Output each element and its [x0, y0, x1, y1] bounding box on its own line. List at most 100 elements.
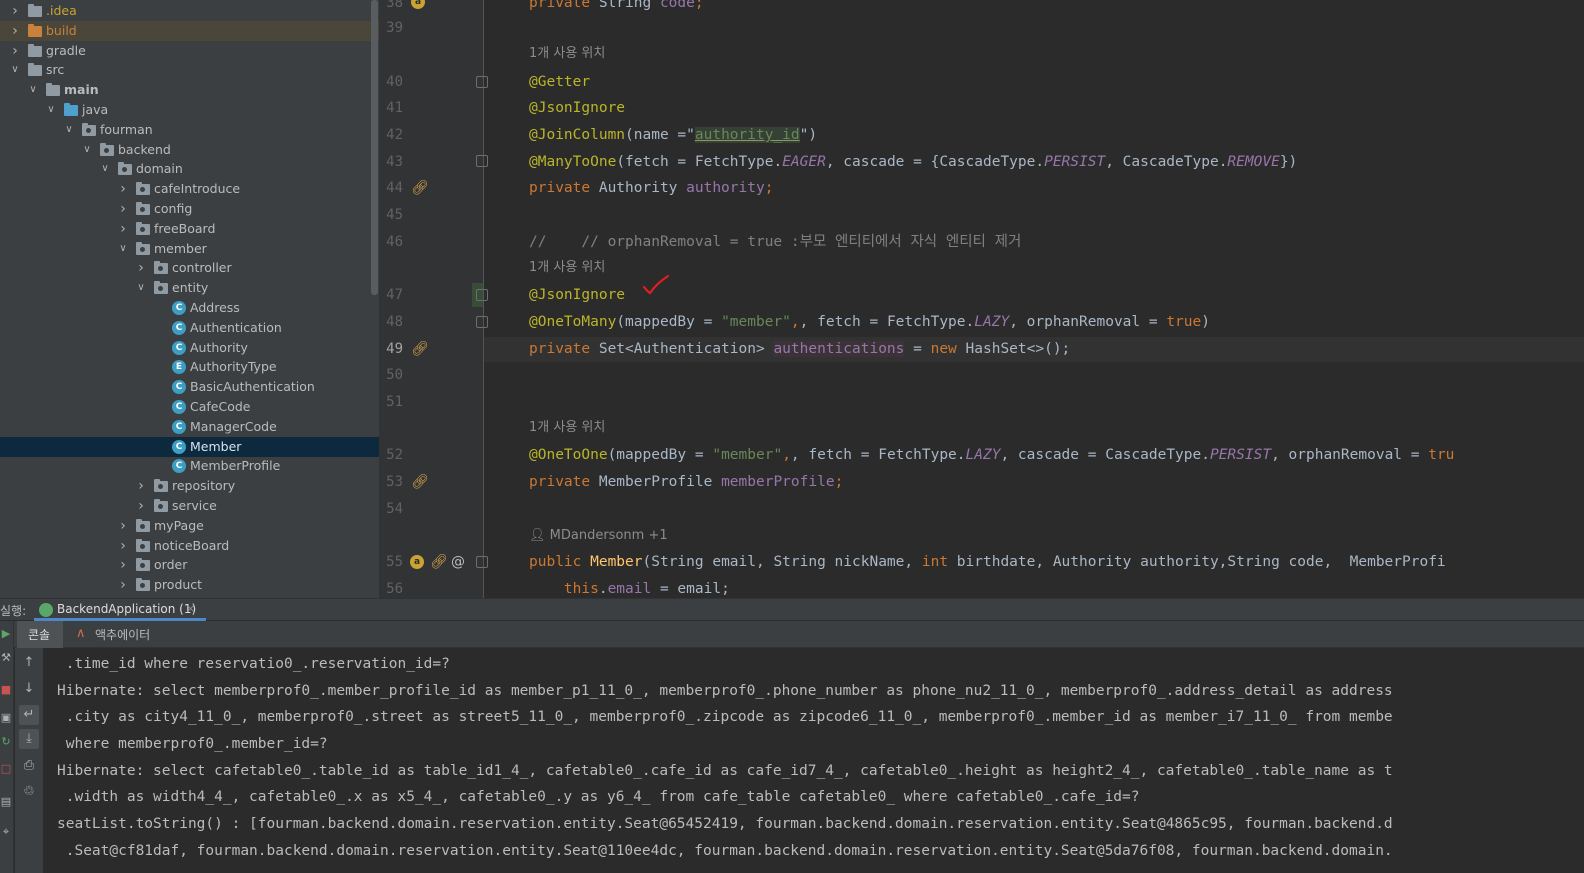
package-icon — [136, 222, 150, 235]
soft-wrap-icon[interactable]: ↵ — [19, 705, 39, 725]
line-number: 50 — [386, 367, 403, 383]
author-hint[interactable]: 👤︎ MDandersonm +1 — [529, 527, 668, 545]
bean-icon[interactable]: a — [410, 555, 424, 569]
package-icon — [136, 202, 150, 215]
scroll-up-icon[interactable]: ↑ — [19, 653, 39, 673]
fold-icon[interactable] — [476, 556, 488, 568]
navigate-link-icon[interactable]: 🔗︎ — [411, 475, 429, 489]
package-icon — [100, 143, 114, 156]
tree-item-authority[interactable]: C Authority — [0, 338, 379, 358]
navigate-link-icon[interactable]: 🔗︎ — [411, 342, 429, 356]
chevron-right-icon[interactable]: › — [8, 23, 22, 39]
camera-icon[interactable]: ▣ — [0, 711, 12, 725]
tree-item-basicauthentication[interactable]: C BasicAuthentication — [0, 377, 379, 397]
tree-item-mypage[interactable]: › myPage — [0, 516, 379, 536]
tab-actuator[interactable]: 액추에이터 — [95, 626, 150, 643]
tree-item-freeboard[interactable]: › freeBoard — [0, 219, 379, 239]
tree-item-product[interactable]: › product — [0, 575, 379, 595]
chevron-down-icon[interactable]: ∨ — [98, 161, 112, 177]
fold-icon[interactable] — [476, 289, 488, 301]
exit-icon[interactable]: □ — [0, 762, 12, 776]
tree-item-repository[interactable]: › repository — [0, 476, 379, 496]
chevron-right-icon[interactable]: › — [116, 181, 130, 197]
console-line: .Seat@cf81daf, fourman.backend.domain.re… — [57, 843, 1393, 859]
restore-layout-icon[interactable]: ↻ — [0, 735, 12, 749]
tree-item-controller[interactable]: › controller — [0, 258, 379, 278]
chevron-down-icon[interactable]: ∨ — [80, 142, 94, 158]
package-icon — [154, 479, 168, 492]
tree-item-label: build — [46, 23, 77, 38]
tree-item-backend[interactable]: ∨ backend — [0, 140, 379, 160]
stop-icon[interactable]: ■ — [0, 683, 12, 697]
chevron-right-icon[interactable]: › — [116, 557, 130, 573]
chevron-right-icon[interactable]: › — [134, 478, 148, 494]
chevron-right-icon[interactable]: › — [134, 260, 148, 276]
tree-item-noticeboard[interactable]: › noticeBoard — [0, 536, 379, 556]
tree-item-label: main — [64, 82, 99, 97]
run-label: 실행: — [0, 604, 27, 618]
usage-hint[interactable]: 1개 사용 위치 — [529, 259, 605, 277]
chevron-right-icon[interactable]: › — [8, 3, 22, 19]
layout-icon[interactable]: ▤ — [0, 795, 12, 809]
tree-item-entity[interactable]: ∨ entity — [0, 278, 379, 298]
print-icon[interactable]: ⎙ — [19, 756, 39, 776]
tree-item-label: cafeIntroduce — [154, 181, 241, 196]
trash-icon[interactable]: ♲ — [19, 782, 39, 802]
tree-item-gradle[interactable]: › gradle — [0, 41, 379, 61]
tree-item-member[interactable]: ∨ member — [0, 239, 379, 259]
tree-item-authentication[interactable]: C Authentication — [0, 318, 379, 338]
line-number: 45 — [386, 207, 403, 223]
package-icon — [136, 182, 150, 195]
chevron-right-icon[interactable]: › — [116, 577, 130, 593]
actuator-icon[interactable]: ∧ — [76, 627, 90, 641]
fold-icon[interactable] — [476, 76, 488, 88]
tree-item--idea[interactable]: › .idea — [0, 1, 379, 21]
tree-item-config[interactable]: › config — [0, 199, 379, 219]
pin-icon[interactable]: ⌖ — [0, 825, 12, 839]
tree-item-cafeintroduce[interactable]: › cafeIntroduce — [0, 179, 379, 199]
fold-icon[interactable] — [476, 155, 488, 167]
navigate-link-icon[interactable]: 🔗︎ — [430, 555, 448, 569]
chevron-down-icon[interactable]: ∨ — [116, 241, 130, 257]
chevron-right-icon[interactable]: › — [8, 43, 22, 59]
close-icon[interactable]: × — [186, 602, 195, 615]
chevron-down-icon[interactable]: ∨ — [62, 122, 76, 138]
usage-hint[interactable]: 1개 사용 위치 — [529, 419, 605, 437]
rerun-icon[interactable]: ▶ — [0, 627, 12, 641]
tab-console[interactable]: 콘솔 — [17, 621, 63, 648]
chevron-down-icon[interactable]: ∨ — [8, 62, 22, 78]
tree-item-memberprofile[interactable]: C MemberProfile — [0, 456, 379, 476]
tree-item-src[interactable]: ∨ src — [0, 60, 379, 80]
project-tree[interactable]: › .idea › build › gradle ∨ src ∨ main ∨ java ∨ fourma… — [0, 0, 379, 600]
tree-item-cafecode[interactable]: C CafeCode — [0, 397, 379, 417]
tree-item-authoritytype[interactable]: E AuthorityType — [0, 357, 379, 377]
tree-scrollbar[interactable] — [371, 0, 378, 295]
tree-item-fourman[interactable]: ∨ fourman — [0, 120, 379, 140]
tree-item-address[interactable]: C Address — [0, 298, 379, 318]
tree-item-service[interactable]: › service — [0, 496, 379, 516]
annotation-at-icon[interactable]: @ — [451, 555, 465, 569]
tree-item-domain[interactable]: ∨ domain — [0, 159, 379, 179]
code-editor[interactable] — [484, 0, 1584, 598]
usage-hint[interactable]: 1개 사용 위치 — [529, 45, 605, 63]
chevron-right-icon[interactable]: › — [116, 518, 130, 534]
chevron-right-icon[interactable]: › — [134, 498, 148, 514]
fold-icon[interactable] — [476, 316, 488, 328]
scroll-down-icon[interactable]: ↓ — [19, 679, 39, 699]
wrench-icon[interactable]: ⚒ — [0, 651, 12, 665]
tree-item-order[interactable]: › order — [0, 555, 379, 575]
chevron-down-icon[interactable]: ∨ — [44, 102, 58, 118]
tree-item-build[interactable]: › build — [0, 21, 379, 41]
chevron-down-icon[interactable]: ∨ — [134, 280, 148, 296]
navigate-link-icon[interactable]: 🔗︎ — [411, 181, 429, 195]
scroll-to-end-icon[interactable]: ⤓ — [19, 729, 39, 749]
code-line-44: private Authority authority; — [529, 180, 774, 196]
chevron-right-icon[interactable]: › — [116, 538, 130, 554]
tree-item-java[interactable]: ∨ java — [0, 100, 379, 120]
chevron-right-icon[interactable]: › — [116, 201, 130, 217]
tree-item-main[interactable]: ∨ main — [0, 80, 379, 100]
tree-item-managercode[interactable]: C ManagerCode — [0, 417, 379, 437]
chevron-down-icon[interactable]: ∨ — [26, 82, 40, 98]
tree-item-member[interactable]: C Member — [0, 437, 379, 457]
chevron-right-icon[interactable]: › — [116, 221, 130, 237]
